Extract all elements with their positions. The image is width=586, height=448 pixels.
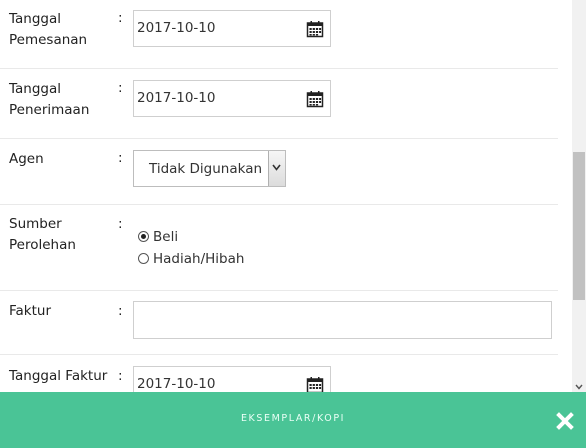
tanggal-faktur-input[interactable]: 2017-10-10 <box>133 366 331 392</box>
radio-button-checked[interactable] <box>138 231 149 242</box>
colon: : <box>118 216 123 232</box>
close-icon[interactable] <box>556 412 574 430</box>
calendar-icon[interactable] <box>306 90 324 108</box>
tanggal-penerimaan-value: 2017-10-10 <box>137 90 216 106</box>
footer-title: EKSEMPLAR/KOPI <box>240 413 346 424</box>
agen-selected-value: Tidak Digunakan <box>149 161 263 177</box>
row-sumber-perolehan: Sumber Perolehan : <box>0 205 558 291</box>
chevron-down-icon <box>272 164 281 171</box>
tanggal-penerimaan-input[interactable]: 2017-10-10 <box>133 80 331 117</box>
label-agen: Agen <box>9 151 44 167</box>
tanggal-faktur-value: 2017-10-10 <box>137 376 216 392</box>
agen-select[interactable]: Tidak Digunakan <box>133 150 286 187</box>
calendar-icon[interactable] <box>306 20 324 38</box>
colon: : <box>118 368 123 384</box>
radio-button[interactable] <box>138 253 149 264</box>
colon: : <box>118 10 123 26</box>
row-tanggal-pemesanan: Tanggal Pemesanan : 2017-10-10 <box>0 0 558 69</box>
row-tanggal-penerimaan: Tanggal Penerimaan : 2017-10-10 <box>0 69 558 139</box>
colon: : <box>118 303 123 319</box>
label-sumber-perolehan: Sumber Perolehan <box>9 216 76 253</box>
colon: : <box>118 80 123 96</box>
select-arrow[interactable] <box>268 151 285 186</box>
radio-hadiah-hibah-label: Hadiah/Hibah <box>153 251 245 267</box>
footer-bar: EKSEMPLAR/KOPI <box>0 392 586 448</box>
label-tanggal-pemesanan: Tanggal Pemesanan <box>9 11 88 48</box>
calendar-icon[interactable] <box>306 376 324 392</box>
colon: : <box>118 150 123 166</box>
faktur-input[interactable] <box>133 301 552 339</box>
label-faktur: Faktur <box>9 303 52 319</box>
label-tanggal-penerimaan: Tanggal Penerimaan <box>9 81 90 118</box>
radio-beli[interactable]: Beli <box>138 229 178 245</box>
form-panel: Tanggal Pemesanan : 2017-10-10 Tanggal P… <box>0 0 572 392</box>
scroll-down-arrow-icon[interactable] <box>575 384 583 390</box>
vertical-scrollbar[interactable] <box>572 0 586 392</box>
tanggal-pemesanan-value: 2017-10-10 <box>137 20 216 36</box>
radio-beli-label: Beli <box>153 229 179 245</box>
radio-hadiah-hibah[interactable]: Hadiah/Hibah <box>138 251 244 267</box>
scrollbar-thumb[interactable] <box>573 152 585 300</box>
row-tanggal-faktur: Tanggal Faktur : 2017-10-10 <box>0 355 558 392</box>
label-tanggal-faktur: Tanggal Faktur <box>9 368 108 384</box>
tanggal-pemesanan-input[interactable]: 2017-10-10 <box>133 10 331 47</box>
